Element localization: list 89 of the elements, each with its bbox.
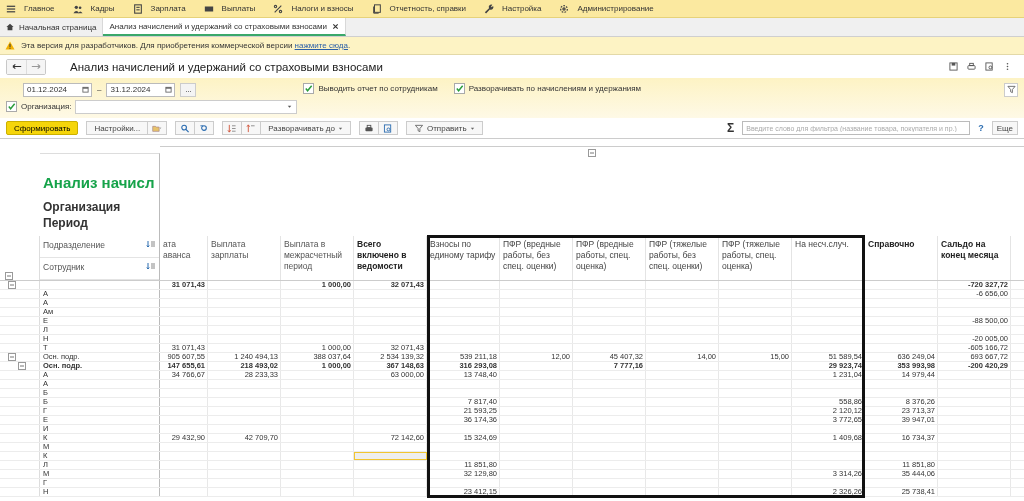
menu-icon xyxy=(6,3,16,14)
date-separator: – xyxy=(97,85,102,94)
caret-icon xyxy=(337,125,343,131)
column-header: ПФР (тяжелые работы, спец. оценка) xyxy=(719,236,792,280)
column-header: На несч.случ. xyxy=(792,236,865,280)
collapse-icon[interactable] xyxy=(18,362,26,370)
print-icon[interactable] xyxy=(967,62,976,71)
column-header: Справочно xyxy=(865,236,938,280)
collapse-icon[interactable] xyxy=(8,353,16,361)
grouping-header: Подразделение xyxy=(43,240,105,250)
organization-label: Организация: xyxy=(21,102,72,111)
printer-icon xyxy=(363,123,374,133)
right-arrow-icon xyxy=(31,63,41,70)
menu-item[interactable]: Налоги и взносы xyxy=(273,3,354,14)
sum-sign[interactable]: Σ xyxy=(727,121,735,135)
more-button[interactable]: Еще xyxy=(991,121,1018,135)
find-button[interactable] xyxy=(195,121,215,135)
column-header: ПФР (тяжелые работы, без спец. оценки) xyxy=(646,236,719,280)
column-header: ата аванса xyxy=(160,236,208,280)
sort-icon[interactable] xyxy=(146,262,156,270)
checkbox[interactable] xyxy=(6,101,17,112)
calendar-icon[interactable] xyxy=(82,86,89,93)
column-header: Выплата в межрасчетный период xyxy=(281,236,354,280)
warning-icon xyxy=(5,41,15,50)
collapse-icon[interactable] xyxy=(5,272,13,280)
column-header: Взносы по единому тарифу xyxy=(427,236,500,280)
date-from-field[interactable]: 01.12.2024 xyxy=(23,82,92,97)
column-header: ПФР (вредные работы, спец. оценка) xyxy=(573,236,646,280)
generate-button[interactable]: Сформировать xyxy=(6,121,79,135)
funnel-icon xyxy=(413,123,424,133)
collapse-icon[interactable] xyxy=(8,281,16,289)
help-link[interactable]: ? xyxy=(978,123,984,133)
option-label: Выводить отчет по сотрудникам xyxy=(318,83,438,93)
home-icon xyxy=(6,23,14,31)
menu-item[interactable]: Зарплата xyxy=(132,3,186,14)
gear-icon xyxy=(559,3,570,14)
close-icon[interactable] xyxy=(332,22,340,30)
report-title: Анализ начисл xyxy=(43,174,156,191)
caret-icon xyxy=(469,125,475,131)
dropdown-icon[interactable] xyxy=(286,103,294,110)
purchase-link[interactable]: нажмите сюда xyxy=(294,41,348,50)
tab[interactable]: Анализ начислений и удержаний со страховыми взносами xyxy=(103,18,347,36)
column-header: ПФР (вредные работы, без спец. оценки) xyxy=(500,236,573,280)
preview-icon xyxy=(382,123,393,133)
option-label: Разворачивать по начислениям и удержаниям xyxy=(468,83,642,93)
menu-item[interactable]: Главное xyxy=(6,3,55,14)
checkbox[interactable] xyxy=(453,82,465,94)
save-icon[interactable] xyxy=(949,62,958,71)
percent-icon xyxy=(273,3,284,14)
send-button[interactable]: Отправить xyxy=(405,121,483,135)
selected-cell[interactable] xyxy=(354,452,427,460)
back-button[interactable] xyxy=(7,59,26,74)
notice-text: Эта версия для разработчиков. Для приобретения коммерческой версии нажмите сюда. xyxy=(21,41,351,50)
filter-button[interactable] xyxy=(1004,82,1018,97)
menu-item[interactable]: Кадры xyxy=(72,3,115,14)
column-header: Выплата зарплаты xyxy=(208,236,281,280)
page-title: Анализ начислений и удержаний со страховыми взносами xyxy=(70,60,383,73)
collapse-icon[interactable] xyxy=(588,149,596,157)
collapse-button[interactable] xyxy=(222,121,243,135)
organization-field[interactable] xyxy=(75,99,298,114)
report-header-line: Организация xyxy=(43,199,122,215)
checkbox[interactable] xyxy=(303,82,315,94)
column-header: Сальдо на конец месяца xyxy=(938,236,1011,280)
preview-icon[interactable] xyxy=(985,62,994,71)
menu-item[interactable]: Отчетность, справки xyxy=(371,3,467,14)
folder-icon xyxy=(152,123,163,133)
menu-item[interactable]: Администрирование xyxy=(559,3,654,14)
sort-down-icon xyxy=(227,123,238,133)
document-icon xyxy=(371,3,382,14)
settings-button[interactable]: Настройки... xyxy=(86,121,149,135)
expand-button[interactable] xyxy=(242,121,262,135)
expand-level-button[interactable]: Разворачивать до xyxy=(261,121,351,135)
calendar-icon[interactable] xyxy=(165,86,173,93)
variant-button[interactable] xyxy=(148,121,168,135)
search-button[interactable] xyxy=(175,121,196,135)
sort-icon[interactable] xyxy=(146,240,156,248)
column-header: Всего включено в ведомости xyxy=(354,236,427,280)
print-button[interactable] xyxy=(358,121,379,135)
calculator-icon xyxy=(132,3,143,14)
date-to-field[interactable]: 31.12.2024 xyxy=(106,82,176,97)
filter-icon xyxy=(1006,85,1016,94)
menu-item[interactable]: Настройка xyxy=(484,3,542,14)
menu-item[interactable]: Выплаты xyxy=(203,3,256,14)
grouping-header: Сотрудник xyxy=(43,262,85,272)
wrench-icon xyxy=(484,3,495,14)
people-icon xyxy=(72,3,83,14)
sort-up-icon xyxy=(246,123,257,133)
left-arrow-icon xyxy=(11,63,22,70)
report-header-line: Период xyxy=(43,215,89,231)
